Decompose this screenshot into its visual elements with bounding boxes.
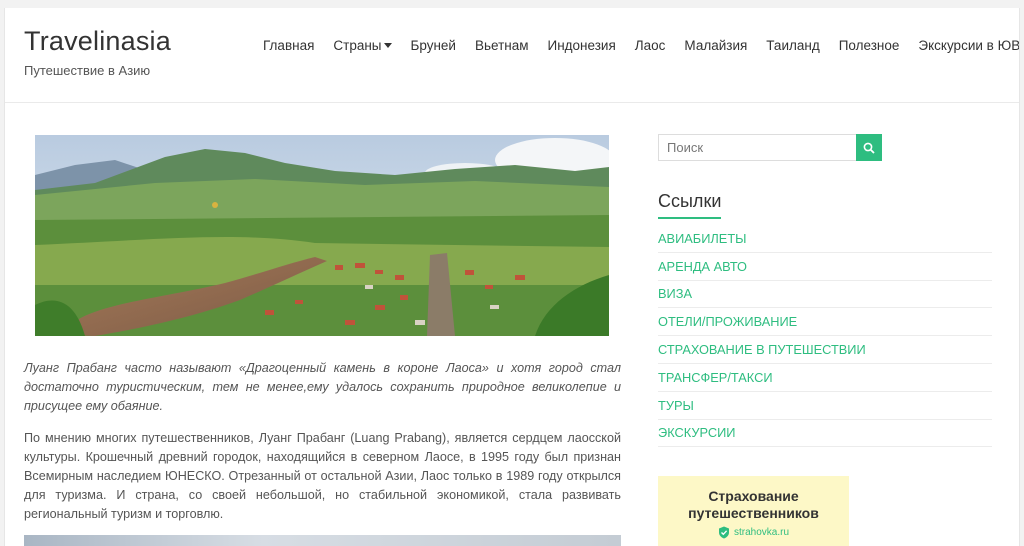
main-nav: Главная Страны Бруней Вьетнам Индонезия …: [263, 38, 1019, 53]
search-form: [658, 134, 882, 161]
site-title[interactable]: Travelinasia: [24, 26, 171, 57]
links-widget-title: Ссылки: [658, 191, 722, 219]
nav-item-malaysia[interactable]: Малайзия: [684, 38, 747, 53]
hero-image: [35, 135, 609, 336]
search-button[interactable]: [856, 134, 882, 161]
banner-brand-text: strahovka.ru: [733, 527, 790, 538]
link-transfer[interactable]: ТРАНСФЕР/ТАКСИ: [658, 364, 992, 392]
search-input[interactable]: [659, 135, 856, 160]
nav-item-brunei[interactable]: Бруней: [411, 38, 456, 53]
site-header: Travelinasia Путешествие в Азию Главная …: [5, 8, 1019, 103]
link-car-rental[interactable]: АРЕНДА АВТО: [658, 253, 992, 281]
nav-item-vietnam[interactable]: Вьетнам: [475, 38, 529, 53]
second-image: [24, 535, 621, 546]
links-list: АВИАБИЛЕТЫ АРЕНДА АВТО ВИЗА ОТЕЛИ/ПРОЖИВ…: [658, 225, 992, 448]
nav-item-thailand[interactable]: Таиланд: [766, 38, 819, 53]
nav-item-laos[interactable]: Лаос: [635, 38, 666, 53]
banner-line2: путешественников: [688, 505, 819, 521]
site-tagline: Путешествие в Азию: [24, 63, 151, 78]
article-body: По мнению многих путешественников, Луанг…: [24, 431, 621, 521]
link-visa[interactable]: ВИЗА: [658, 281, 992, 309]
link-excursions[interactable]: ЭКСКУРСИИ: [658, 420, 992, 448]
nav-item-countries[interactable]: Страны: [333, 38, 392, 53]
insurance-banner[interactable]: Страхование путешественников strahovka.r…: [658, 476, 849, 546]
link-flights[interactable]: АВИАБИЛЕТЫ: [658, 225, 992, 253]
link-tours[interactable]: ТУРЫ: [658, 392, 992, 420]
nav-item-indonesia[interactable]: Индонезия: [548, 38, 616, 53]
nav-item-useful[interactable]: Полезное: [839, 38, 900, 53]
article-intro: Луанг Прабанг часто называют «Драгоценны…: [24, 361, 621, 413]
nav-item-excursions[interactable]: Экскурсии в ЮВА: [918, 38, 1019, 53]
browser-top-strip: [0, 0, 1024, 8]
nav-item-home[interactable]: Главная: [263, 38, 314, 53]
shield-icon: [718, 526, 729, 539]
search-icon: [863, 142, 875, 154]
banner-line1: Страхование: [708, 488, 799, 504]
banner-brand: strahovka.ru: [658, 526, 849, 539]
page-container: Travelinasia Путешествие в Азию Главная …: [4, 8, 1020, 546]
link-insurance[interactable]: СТРАХОВАНИЕ В ПУТЕШЕСТВИИ: [658, 336, 992, 364]
link-hotels[interactable]: ОТЕЛИ/ПРОЖИВАНИЕ: [658, 308, 992, 337]
chevron-down-icon: [383, 43, 392, 48]
